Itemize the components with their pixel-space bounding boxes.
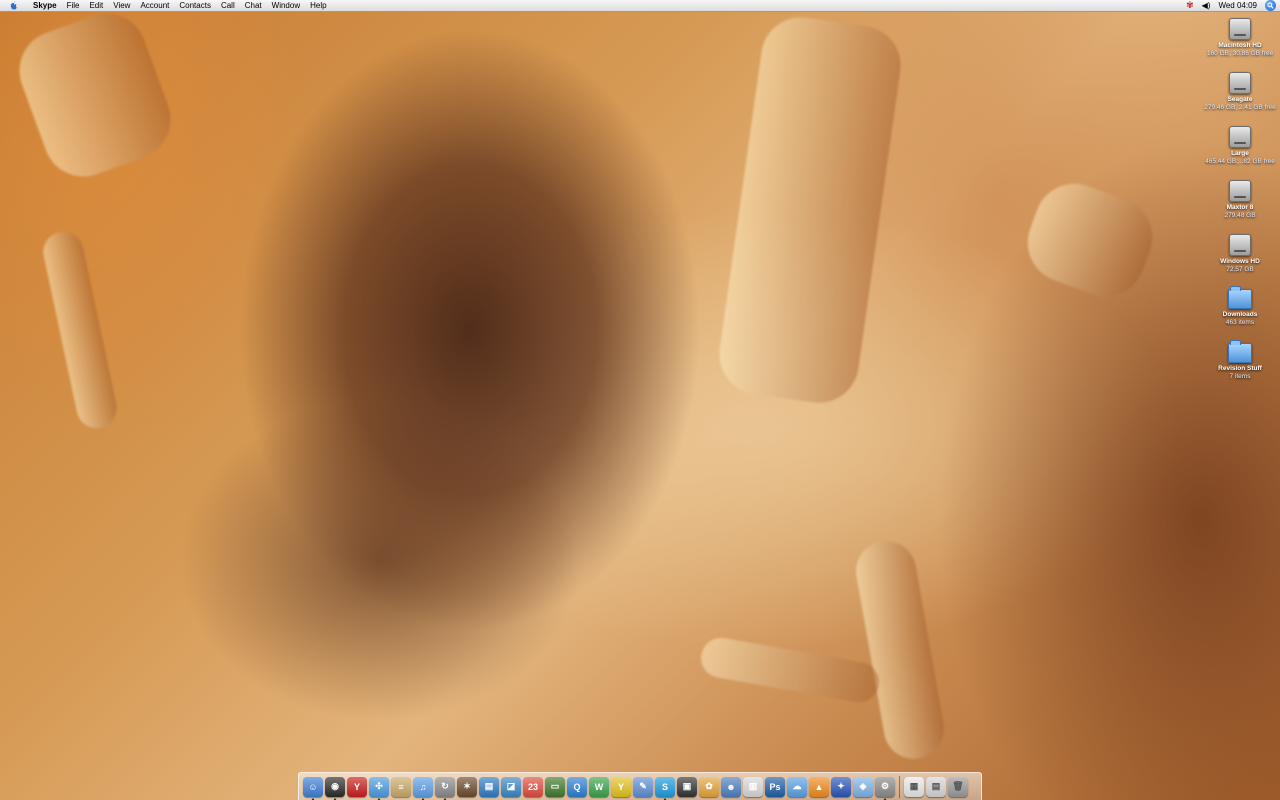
yahoo-messenger-icon[interactable]: Y xyxy=(611,776,631,797)
stack-icon[interactable]: ▦ xyxy=(904,776,924,797)
desktop-icon-info: 463 items xyxy=(1225,319,1255,326)
terminal-icon[interactable]: ▣ xyxy=(677,776,697,797)
menu-window[interactable]: Window xyxy=(267,0,305,11)
menu-app-name[interactable]: Skype xyxy=(28,0,62,11)
wallpaper-ridge xyxy=(697,634,883,706)
wallpaper-ridge xyxy=(8,2,182,188)
menu-contacts[interactable]: Contacts xyxy=(174,0,216,11)
menu-view[interactable]: View xyxy=(108,0,135,11)
notes-icon[interactable]: ≡ xyxy=(391,776,411,797)
desktop-icon-info: 160 GB, 30.86 GB free xyxy=(1206,50,1274,57)
desktop-icon-maxtor-8[interactable]: Maxtor 8 279.48 GB xyxy=(1200,180,1280,220)
w-icon[interactable]: W xyxy=(589,776,609,797)
desktop-icon-windows-hd[interactable]: Windows HD 72.57 GB xyxy=(1200,234,1280,274)
q-icon[interactable]: Q xyxy=(567,776,587,797)
downloads-stack-icon[interactable]: ▤ xyxy=(926,776,946,797)
desktop-icon-large[interactable]: Large 465.44 GB,...82 GB free xyxy=(1200,126,1280,166)
skype-icon[interactable]: S xyxy=(655,776,675,800)
people-icon[interactable]: ☻ xyxy=(721,776,741,797)
drive-icon[interactable]: ▭ xyxy=(545,776,565,797)
wallpaper-ridge xyxy=(1016,172,1164,308)
folder-icon xyxy=(1228,286,1252,309)
folder-icon xyxy=(1228,340,1252,363)
desktop-icon-info: 279.46 GB, 2.41 GB free xyxy=(1204,104,1276,111)
hard-drive-icon xyxy=(1229,126,1251,148)
dashboard-icon[interactable]: ◉ xyxy=(325,776,345,800)
trash-icon[interactable]: 🗑 xyxy=(948,776,968,797)
hard-drive-icon xyxy=(1229,18,1251,40)
photoshop-icon[interactable]: Ps xyxy=(765,776,785,797)
vlc-icon[interactable]: ▲ xyxy=(809,776,829,797)
menu-bar: Skype File Edit View Account Contacts Ca… xyxy=(0,0,1280,12)
imovie-icon[interactable]: ✶ xyxy=(457,776,477,797)
desktop-icon-label: Large xyxy=(1231,150,1249,157)
preview-icon[interactable]: ◈ xyxy=(853,776,873,797)
desktop-icon-label: Maxtor 8 xyxy=(1226,204,1254,211)
desktop-icon-info: 72.57 GB xyxy=(1226,266,1254,273)
status-menu-icon[interactable]: ✾ xyxy=(1186,0,1194,11)
apple-menu-icon[interactable] xyxy=(8,0,20,11)
desktop-icon-label: Downloads xyxy=(1222,311,1258,318)
volume-icon[interactable]: ◀) xyxy=(1202,0,1211,11)
spotlight-icon[interactable] xyxy=(1265,0,1276,11)
menu-extras: ✾ ◀) Wed 04:09 xyxy=(1186,0,1276,11)
document-icon[interactable]: ▥ xyxy=(743,776,763,797)
system-preferences-icon[interactable]: ⚙ xyxy=(875,776,895,800)
menu-clock[interactable]: Wed 04:09 xyxy=(1218,0,1257,11)
ical-icon[interactable]: 23 xyxy=(523,776,543,797)
menu-file[interactable]: File xyxy=(62,0,85,11)
film-icon[interactable]: ▤ xyxy=(479,776,499,797)
wallpaper-ridge xyxy=(39,228,121,432)
hard-drive-icon xyxy=(1229,180,1251,202)
desktop-icon-macintosh-hd[interactable]: Macintosh HD 160 GB, 30.86 GB free xyxy=(1200,18,1280,58)
menu-chat[interactable]: Chat xyxy=(240,0,267,11)
finder-icon[interactable]: ☺ xyxy=(303,776,323,800)
desktop-icon-revision-stuff[interactable]: Revision Stuff 7 items xyxy=(1200,340,1280,381)
desktop-icon-label: Revision Stuff xyxy=(1218,365,1262,372)
menu-edit[interactable]: Edit xyxy=(84,0,108,11)
dock-apps: ☺ ◉ Y ✣ ≡ ♫ ↻ ✶ ▤ ◪ 23 ▭ Q W Y ✎ S ▣ ✿ ☻ ▥ Ps ☁ ▲ ✦ ◈ ⚙ xyxy=(302,776,896,800)
dock: ☺ ◉ Y ✣ ≡ ♫ ↻ ✶ ▤ ◪ 23 ▭ Q W Y ✎ S ▣ ✿ ☻ ▥ Ps ☁ ▲ ✦ ◈ ⚙ ▦ ▤ 🗑 xyxy=(298,772,982,800)
desktop-icon-info: 465.44 GB,...82 GB free xyxy=(1205,158,1275,165)
wallpaper-ridge xyxy=(851,536,949,764)
desktop-icon-info: 7 items xyxy=(1229,373,1251,380)
desktop-icon-label: Seagate xyxy=(1227,96,1253,103)
desktop-icon-label: Windows HD xyxy=(1220,258,1260,265)
sync-icon[interactable]: ↻ xyxy=(435,776,455,800)
adium-icon[interactable]: ✿ xyxy=(699,776,719,797)
menu-call[interactable]: Call xyxy=(216,0,240,11)
text-doc-icon[interactable]: ✎ xyxy=(633,776,653,797)
photo-icon[interactable]: ◪ xyxy=(501,776,521,797)
menu-account[interactable]: Account xyxy=(135,0,174,11)
menu-help[interactable]: Help xyxy=(305,0,331,11)
desktop-icon-downloads[interactable]: Downloads 463 items xyxy=(1200,286,1280,327)
itunes-icon[interactable]: ♫ xyxy=(413,776,433,800)
desktop-icon-label: Macintosh HD xyxy=(1218,42,1262,49)
ichat-icon[interactable]: ☁ xyxy=(787,776,807,797)
dock-stacks: ▦ ▤ 🗑 xyxy=(903,776,969,797)
desktop: Skype File Edit View Account Contacts Ca… xyxy=(0,0,1280,800)
safari-icon[interactable]: ✣ xyxy=(369,776,389,800)
wallpaper-ridge xyxy=(714,12,906,408)
desktop-icon-seagate[interactable]: Seagate 279.46 GB, 2.41 GB free xyxy=(1200,72,1280,112)
dock-separator xyxy=(899,775,900,798)
app-red-icon[interactable]: Y xyxy=(347,776,367,797)
hard-drive-icon xyxy=(1229,72,1251,94)
hard-drive-icon xyxy=(1229,234,1251,256)
desktop-icon-info: 279.48 GB xyxy=(1224,212,1256,219)
bird-icon[interactable]: ✦ xyxy=(831,776,851,797)
